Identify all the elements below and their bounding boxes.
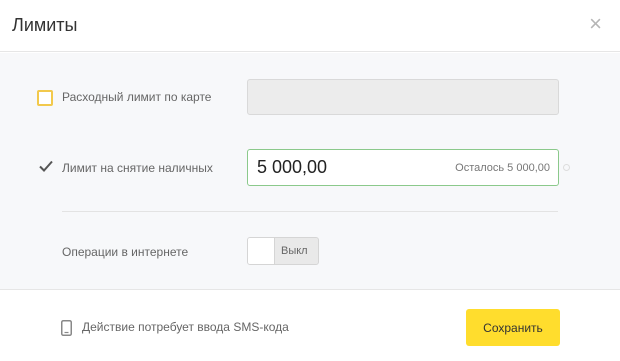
close-icon[interactable]: × [589,13,602,35]
dialog-header: Лимиты × [0,0,620,52]
info-icon [563,164,570,171]
checkmark-icon[interactable] [38,158,54,174]
card-spend-limit-label: Расходный лимит по карте [62,90,212,104]
save-button[interactable]: Сохранить [466,309,560,346]
internet-operations-label: Операции в интернете [62,245,189,259]
toggle-state-label: Выкл [281,245,308,257]
dialog-title: Лимиты [12,15,78,35]
internet-operations-toggle[interactable]: Выкл [247,237,319,265]
cash-withdrawal-limit-input[interactable]: 5 000,00 Осталось 5 000,00 [247,149,559,186]
cash-withdrawal-limit-value: 5 000,00 [257,157,328,177]
toggle-knob [248,238,275,264]
card-spend-limit-input [247,79,559,115]
phone-icon [61,320,72,336]
sms-code-note: Действие потребует ввода SMS-кода [82,320,289,334]
cash-withdrawal-limit-label: Лимит на снятие наличных [62,161,213,175]
remaining-hint: Осталось 5 000,00 [455,162,550,174]
divider [62,211,558,212]
card-spend-limit-checkbox[interactable] [37,90,53,106]
